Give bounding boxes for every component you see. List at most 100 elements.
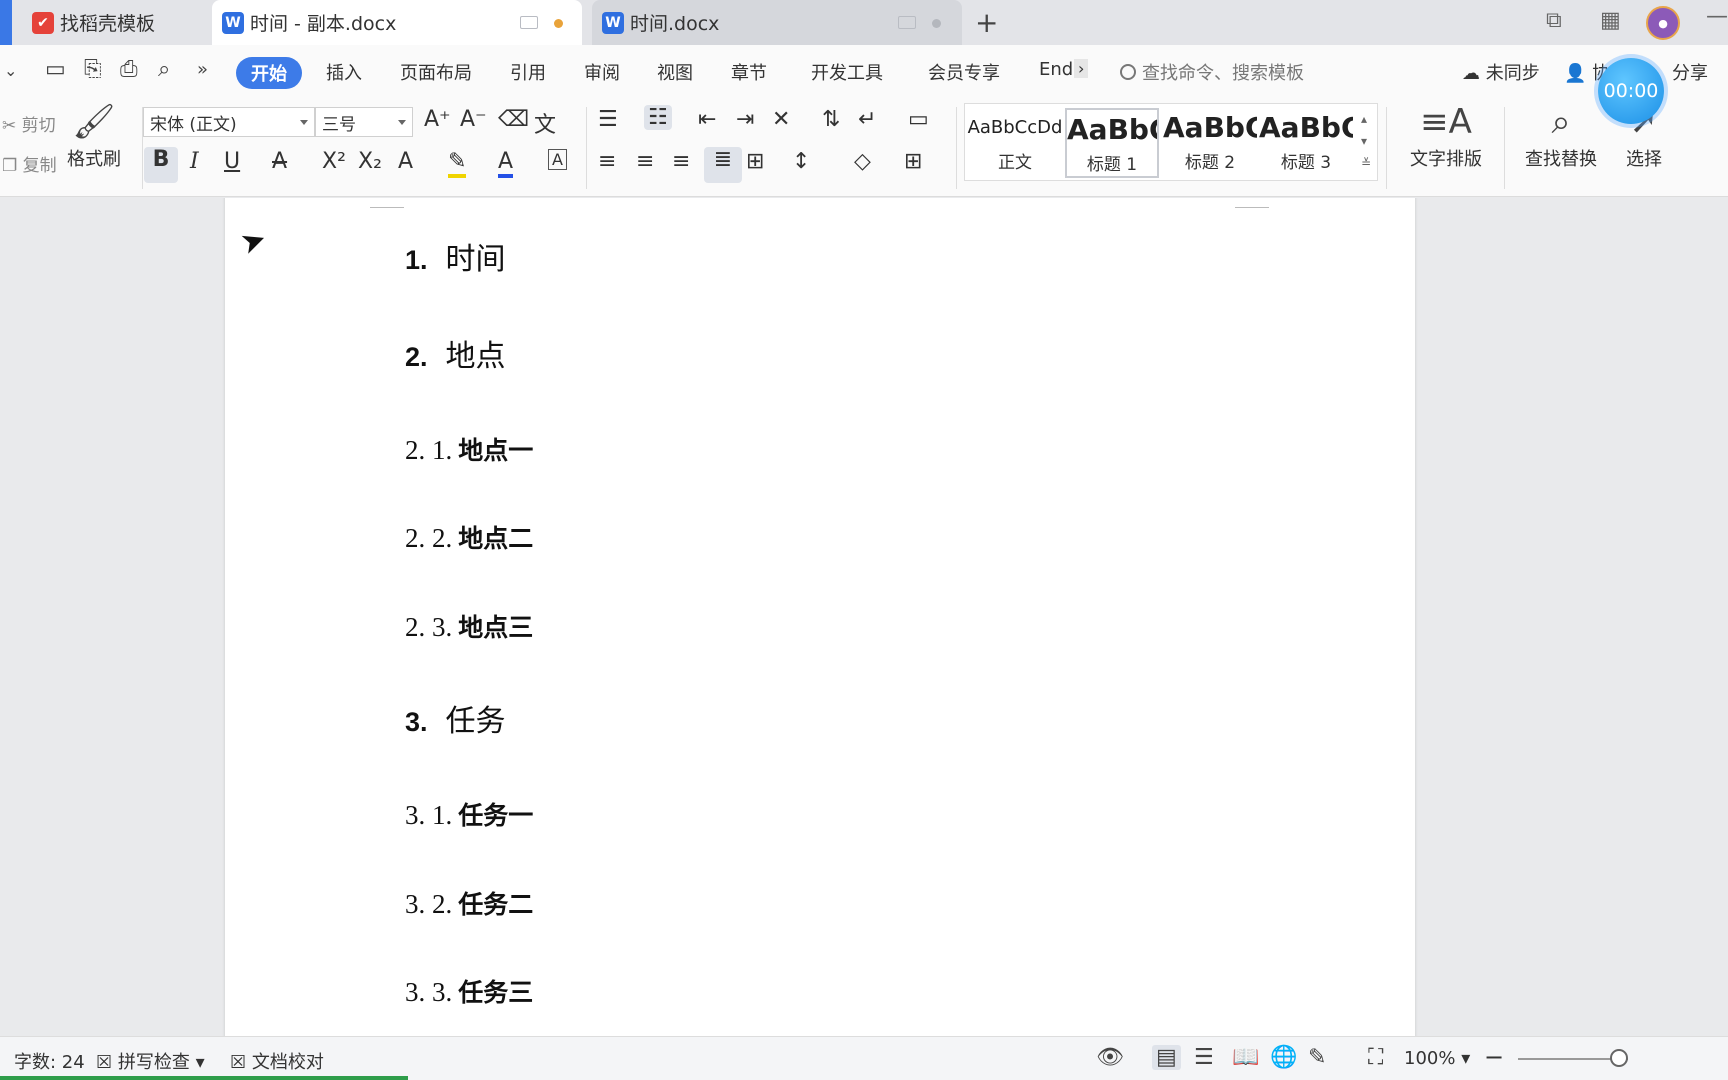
paragraph-mark-icon[interactable]: ↵ <box>858 107 876 132</box>
menu-scroll-right-icon[interactable]: › <box>1074 59 1089 78</box>
font-color-icon[interactable]: A <box>498 149 514 178</box>
underline-button[interactable]: U <box>224 149 240 174</box>
distributed-align-icon[interactable]: ⊞ <box>746 149 764 174</box>
menu-view[interactable]: 视图 <box>657 59 693 85</box>
doc-proof-label: 文档校对 <box>251 1052 324 1073</box>
zoom-out-icon[interactable]: − <box>1484 1043 1504 1071</box>
new-tab-plus-icon[interactable]: + <box>975 6 998 39</box>
sync-status[interactable]: ☁ 未同步 <box>1462 59 1540 85</box>
web-view-icon[interactable]: 🌐 <box>1270 1045 1297 1070</box>
heading-2[interactable]: 2. 1. 地点一 <box>405 431 533 467</box>
zoom-level-select[interactable]: 100% ▾ <box>1404 1048 1470 1069</box>
find-replace-button[interactable]: ⌕ 查找替换 <box>1512 99 1610 189</box>
font-size-select[interactable]: 三号 <box>315 107 413 137</box>
reading-mode-icon[interactable]: 📖 <box>1232 1045 1259 1070</box>
monitor-icon[interactable] <box>520 16 538 29</box>
apps-grid-icon[interactable]: ▦ <box>1600 8 1621 33</box>
bullet-list-icon[interactable]: ☰ <box>598 107 618 132</box>
superscript-button[interactable]: X² <box>322 149 346 174</box>
text-layout-button[interactable]: ≡A 文字排版 <box>1398 99 1494 189</box>
menu-end[interactable]: End <box>1039 59 1073 80</box>
monitor-icon[interactable] <box>898 16 916 29</box>
increase-indent-icon[interactable]: ⇥ <box>736 107 754 132</box>
style-heading-3[interactable]: AaBbC 标题 3 <box>1259 108 1353 178</box>
fit-page-icon[interactable]: ⛶ <box>1368 1045 1383 1070</box>
tab-document[interactable]: W 时间.docx <box>592 0 962 45</box>
decrease-indent-icon[interactable]: ⇤ <box>698 107 716 132</box>
menu-insert[interactable]: 插入 <box>326 59 362 85</box>
font-name-select[interactable]: 宋体 (正文) <box>143 107 315 137</box>
menu-member[interactable]: 会员专享 <box>928 59 1000 85</box>
write-mode-icon[interactable]: ✎ <box>1308 1045 1326 1070</box>
heading-2[interactable]: 3. 2. 任务二 <box>405 885 533 921</box>
italic-button[interactable]: I <box>190 149 199 174</box>
heading-2[interactable]: 3. 3. 任务三 <box>405 973 533 1009</box>
avatar[interactable]: ● <box>1646 6 1680 40</box>
heading-1[interactable]: 1. 时间 <box>405 234 506 278</box>
style-heading-2[interactable]: AaBbC 标题 2 <box>1163 108 1257 178</box>
justify-icon[interactable]: ≣ <box>704 147 742 183</box>
page-view-icon[interactable]: ▤ <box>1152 1045 1181 1070</box>
doc-proof-button[interactable]: ☒ 文档校对 <box>230 1048 324 1074</box>
chevron-down-icon[interactable]: ⌄ <box>4 61 17 80</box>
heading-2[interactable]: 3. 1. 任务一 <box>405 796 533 832</box>
print-preview-icon[interactable]: ⌕ <box>158 57 170 82</box>
share-button[interactable]: 分享 <box>1672 59 1708 85</box>
style-heading-1[interactable]: AaBbC 标题 1 <box>1065 108 1159 178</box>
minimize-icon[interactable]: — <box>1706 4 1728 29</box>
text-effect-icon[interactable]: A <box>398 149 413 174</box>
save-icon[interactable]: ▭ <box>45 57 66 82</box>
menu-page-layout[interactable]: 页面布局 <box>400 59 472 85</box>
clear-format-icon[interactable]: ⌫ <box>498 107 529 132</box>
recording-timer[interactable]: 00:00 <box>1598 58 1664 124</box>
document-page[interactable]: ➤ 1. 时间 2. 地点 2. 1. 地点一 2. 2. 地点二 2. 3. 地点三 3… <box>225 198 1415 1036</box>
eye-protection-icon[interactable]: 👁 <box>1096 1045 1124 1070</box>
tab-active-document[interactable]: W 时间 - 副本.docx <box>212 0 582 45</box>
styles-scroll-icon[interactable]: ▴ ▾ ≚ <box>1361 108 1371 174</box>
heading-2[interactable]: 2. 2. 地点二 <box>405 519 533 555</box>
align-center-icon[interactable]: ≡ <box>636 149 654 174</box>
menu-review[interactable]: 审阅 <box>584 59 620 85</box>
spell-check-button[interactable]: ☒ 拼写检查 ▾ <box>96 1048 205 1074</box>
search-input[interactable]: 查找命令、搜索模板 <box>1142 59 1304 85</box>
shading-icon[interactable]: ◇ <box>854 149 871 174</box>
subscript-button[interactable]: X₂ <box>358 149 382 174</box>
zoom-slider-handle[interactable] <box>1610 1049 1628 1067</box>
chinese-layout-icon[interactable]: ✕ <box>772 107 790 132</box>
menu-developer[interactable]: 开发工具 <box>811 59 883 85</box>
command-search[interactable]: 查找命令、搜索模板 <box>1120 59 1304 85</box>
layout-mode-icon[interactable]: ⧉ <box>1546 8 1562 33</box>
word-count[interactable]: 字数: 24 <box>14 1048 85 1074</box>
more-quick-access-icon[interactable]: » <box>197 59 208 80</box>
character-border-icon[interactable]: A <box>548 149 567 170</box>
line-spacing-icon[interactable]: ↕ <box>792 149 810 174</box>
menu-references[interactable]: 引用 <box>510 59 546 85</box>
grow-font-icon[interactable]: A⁺ <box>424 107 451 132</box>
tab-docer[interactable]: ✔ 找稻壳模板 <box>22 0 207 45</box>
bold-button[interactable]: B <box>144 147 178 183</box>
style-normal[interactable]: AaBbCcDd 正文 <box>967 108 1063 178</box>
menu-home[interactable]: 开始 <box>236 57 302 89</box>
format-painter-button[interactable]: 🖌 格式刷 <box>48 99 140 189</box>
print-icon[interactable]: ⎙ <box>120 57 138 82</box>
export-pdf-icon[interactable]: ⎘ <box>84 57 102 82</box>
format-painter-label: 格式刷 <box>67 149 121 170</box>
menu-section[interactable]: 章节 <box>731 59 767 85</box>
table-ruler-icon[interactable]: ▭ <box>908 107 929 132</box>
align-left-icon[interactable]: ≡ <box>598 149 616 174</box>
paintbrush-icon: 🖌 <box>72 102 116 142</box>
align-right-icon[interactable]: ≡ <box>672 149 690 174</box>
sort-icon[interactable]: ⇅ <box>822 107 840 132</box>
heading-2[interactable]: 2. 3. 地点三 <box>405 608 533 644</box>
borders-icon[interactable]: ⊞ <box>904 149 922 174</box>
strikethrough-button[interactable]: A <box>272 149 287 174</box>
shrink-font-icon[interactable]: A⁻ <box>460 107 487 132</box>
heading-1[interactable]: 3. 任务 <box>405 696 506 740</box>
outline-view-icon[interactable]: ☰ <box>1194 1045 1214 1070</box>
heading-1[interactable]: 2. 地点 <box>405 331 506 375</box>
search-icon <box>1120 64 1136 80</box>
highlight-icon[interactable]: ✎ <box>448 149 467 178</box>
phonetic-guide-icon[interactable]: 文 <box>534 107 556 139</box>
sync-label: 未同步 <box>1485 63 1540 84</box>
numbered-list-icon[interactable]: ☷ <box>644 105 672 130</box>
